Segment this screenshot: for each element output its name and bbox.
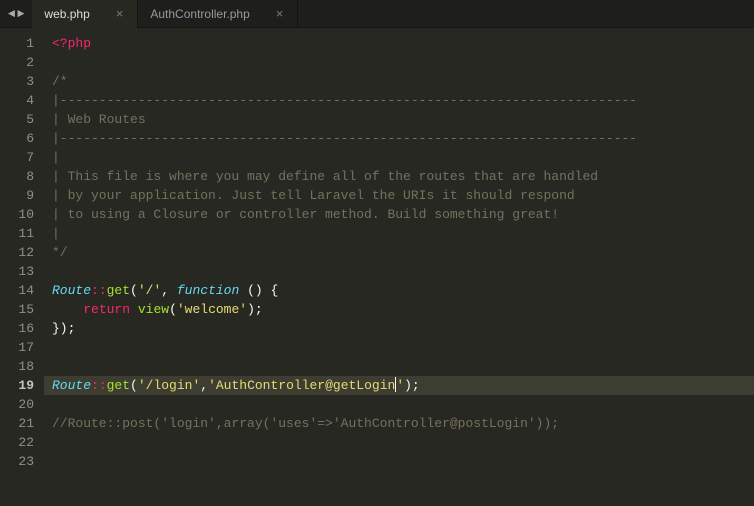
line-number: 21 — [0, 414, 34, 433]
code-line[interactable] — [44, 338, 754, 357]
token-cmt: | to using a Closure or controller metho… — [52, 207, 559, 222]
token-str: 'welcome' — [177, 302, 247, 317]
code-line[interactable]: | Web Routes — [44, 110, 754, 129]
tab-bar: ◄ ► web.php × AuthController.php × — [0, 0, 754, 28]
token-name: get — [107, 378, 130, 393]
token-punct: ); — [247, 302, 263, 317]
token-cmt: | Web Routes — [52, 112, 146, 127]
code-line[interactable]: | — [44, 224, 754, 243]
line-number: 10 — [0, 205, 34, 224]
token-cmt: */ — [52, 245, 68, 260]
line-number: 9 — [0, 186, 34, 205]
code-line[interactable] — [44, 262, 754, 281]
code-line[interactable] — [44, 452, 754, 471]
token-cmt: | — [52, 226, 60, 241]
code-line[interactable] — [44, 53, 754, 72]
token-punct: }); — [52, 321, 75, 336]
code-line[interactable]: Route::get('/', function () { — [44, 281, 754, 300]
line-number: 2 — [0, 53, 34, 72]
line-number: 11 — [0, 224, 34, 243]
line-number: 18 — [0, 357, 34, 376]
line-number: 5 — [0, 110, 34, 129]
tab-nav-arrows: ◄ ► — [0, 8, 32, 20]
code-line[interactable]: |---------------------------------------… — [44, 91, 754, 110]
token-cls: Route — [52, 283, 91, 298]
tab-AuthController-php[interactable]: AuthController.php × — [138, 0, 298, 28]
token-str: '/login' — [138, 378, 200, 393]
tabs-container: web.php × AuthController.php × — [32, 0, 298, 28]
line-number: 22 — [0, 433, 34, 452]
tab-prev-icon[interactable]: ◄ — [8, 8, 15, 20]
token-op: :: — [91, 378, 107, 393]
line-number: 7 — [0, 148, 34, 167]
tab-next-icon[interactable]: ► — [17, 8, 24, 20]
token-punct: ( — [130, 283, 138, 298]
code-line[interactable]: }); — [44, 319, 754, 338]
line-number: 19 — [0, 376, 34, 395]
code-line[interactable]: |---------------------------------------… — [44, 129, 754, 148]
token-cls: Route — [52, 378, 91, 393]
editor-area[interactable]: 1234567891011121314151617181920212223 <?… — [0, 28, 754, 506]
line-number: 23 — [0, 452, 34, 471]
token-cmt: /* — [52, 74, 68, 89]
token-punct: () { — [239, 283, 278, 298]
code-line[interactable]: | This file is where you may define all … — [44, 167, 754, 186]
code-line[interactable]: return view('welcome'); — [44, 300, 754, 319]
tab-label: web.php — [44, 7, 89, 21]
token-kw: return — [83, 302, 130, 317]
code-line[interactable] — [44, 357, 754, 376]
line-number: 13 — [0, 262, 34, 281]
line-number: 8 — [0, 167, 34, 186]
tab-label: AuthController.php — [150, 7, 249, 21]
token-punct: , — [161, 283, 177, 298]
token-punct — [52, 302, 83, 317]
token-kw: <? — [52, 36, 68, 51]
line-number-gutter: 1234567891011121314151617181920212223 — [0, 28, 44, 506]
code-line[interactable]: /* — [44, 72, 754, 91]
token-punct: ( — [130, 378, 138, 393]
close-icon[interactable]: × — [274, 7, 286, 20]
token-str: ' — [396, 378, 404, 393]
code-line[interactable]: */ — [44, 243, 754, 262]
token-str: '/' — [138, 283, 161, 298]
token-name: view — [138, 302, 169, 317]
code-line[interactable] — [44, 395, 754, 414]
code-line[interactable]: | — [44, 148, 754, 167]
token-cmt: | This file is where you may define all … — [52, 169, 598, 184]
line-number: 14 — [0, 281, 34, 300]
token-str: 'AuthController@getLogin — [208, 378, 395, 393]
code-line[interactable] — [44, 433, 754, 452]
line-number: 15 — [0, 300, 34, 319]
token-cmt: | — [52, 150, 60, 165]
token-cmt: //Route::post('login',array('uses'=>'Aut… — [52, 416, 559, 431]
close-icon[interactable]: × — [114, 7, 126, 20]
code-line[interactable]: //Route::post('login',array('uses'=>'Aut… — [44, 414, 754, 433]
line-number: 16 — [0, 319, 34, 338]
token-cmt: |---------------------------------------… — [52, 131, 637, 146]
line-number: 20 — [0, 395, 34, 414]
line-number: 3 — [0, 72, 34, 91]
token-op: :: — [91, 283, 107, 298]
token-cmt: | by your application. Just tell Laravel… — [52, 188, 575, 203]
code-line[interactable]: | to using a Closure or controller metho… — [44, 205, 754, 224]
code-line[interactable]: Route::get('/login','AuthController@getL… — [44, 376, 754, 395]
line-number: 4 — [0, 91, 34, 110]
token-cmt: |---------------------------------------… — [52, 93, 637, 108]
token-punct: ); — [404, 378, 420, 393]
line-number: 1 — [0, 34, 34, 53]
line-number: 12 — [0, 243, 34, 262]
line-number: 6 — [0, 129, 34, 148]
code-line[interactable]: | by your application. Just tell Laravel… — [44, 186, 754, 205]
token-kw: php — [68, 36, 91, 51]
token-fn: function — [177, 283, 239, 298]
code-content[interactable]: <?php /* |-------------------------------… — [44, 28, 754, 506]
text-cursor — [395, 377, 396, 392]
token-punct: ( — [169, 302, 177, 317]
token-punct: , — [200, 378, 208, 393]
tab-web-php[interactable]: web.php × — [32, 0, 138, 28]
line-number: 17 — [0, 338, 34, 357]
token-punct — [130, 302, 138, 317]
token-name: get — [107, 283, 130, 298]
code-line[interactable]: <?php — [44, 34, 754, 53]
